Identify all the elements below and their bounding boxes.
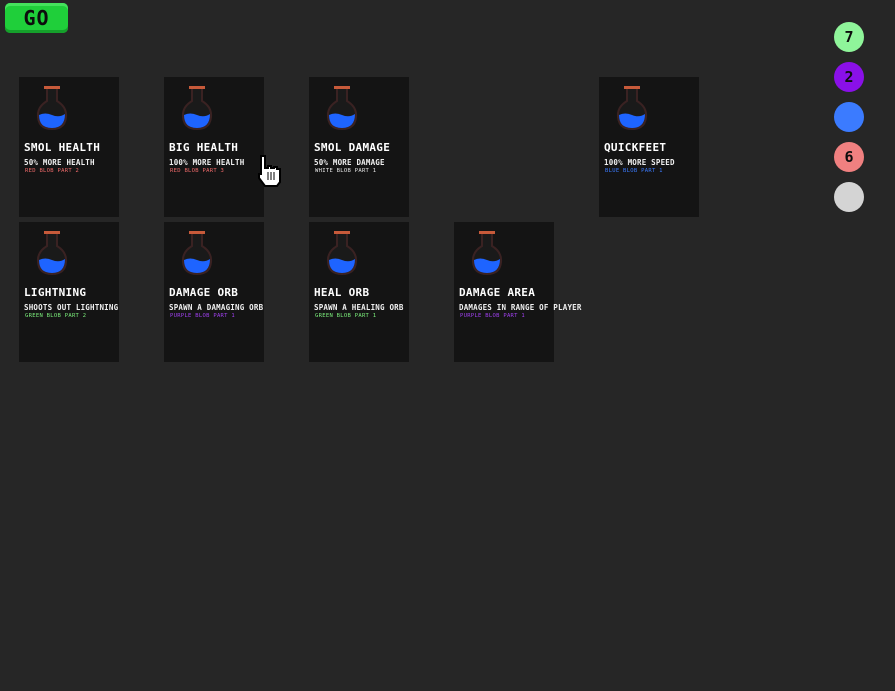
card-description: 100% MORE SPEED xyxy=(604,158,675,167)
card-title: DAMAGE ORB xyxy=(169,286,239,299)
upgrade-card-lightning[interactable]: LIGHTNING SHOOTS OUT LIGHTNING GREEN BLO… xyxy=(19,222,119,362)
card-description: 100% MORE HEALTH xyxy=(169,158,245,167)
white-blob-counter xyxy=(834,182,864,212)
potion-icon xyxy=(36,86,68,131)
upgrade-card-damage-orb[interactable]: DAMAGE ORB SPAWN A DAMAGING ORB PURPLE B… xyxy=(164,222,264,362)
card-requirement: GREEN BLOB PART 1 xyxy=(315,313,377,319)
card-title: SMOL DAMAGE xyxy=(314,141,391,154)
card-requirement: RED BLOB PART 2 xyxy=(25,168,80,174)
purple-blob-counter: 2 xyxy=(834,62,864,92)
card-title: BIG HEALTH xyxy=(169,141,239,154)
card-description: SHOOTS OUT LIGHTNING xyxy=(24,303,119,312)
potion-icon xyxy=(326,86,358,131)
upgrade-card-big-health[interactable]: BIG HEALTH 100% MORE HEALTH RED BLOB PAR… xyxy=(164,77,264,217)
blue-blob-counter xyxy=(834,102,864,132)
card-title: QUICKFEET xyxy=(604,141,667,154)
potion-icon xyxy=(36,231,68,276)
card-title: LIGHTNING xyxy=(24,286,87,299)
potion-icon xyxy=(616,86,648,131)
card-requirement: PURPLE BLOB PART 1 xyxy=(460,313,526,319)
card-title: HEAL ORB xyxy=(314,286,370,299)
card-description: 50% MORE HEALTH xyxy=(24,158,95,167)
potion-icon xyxy=(181,86,213,131)
card-requirement: BLUE BLOB PART 1 xyxy=(605,168,663,174)
go-button[interactable]: GO xyxy=(5,3,68,33)
upgrade-card-smol-damage[interactable]: SMOL DAMAGE 50% MORE DAMAGE WHITE BLOB P… xyxy=(309,77,409,217)
card-description: SPAWN A DAMAGING ORB xyxy=(169,303,264,312)
card-title: SMOL HEALTH xyxy=(24,141,101,154)
potion-icon xyxy=(181,231,213,276)
card-title: DAMAGE AREA xyxy=(459,286,536,299)
upgrade-card-heal-orb[interactable]: HEAL ORB SPAWN A HEALING ORB GREEN BLOB … xyxy=(309,222,409,362)
potion-icon xyxy=(471,231,503,276)
card-description: 50% MORE DAMAGE xyxy=(314,158,385,167)
green-blob-counter: 7 xyxy=(834,22,864,52)
hand-cursor-icon xyxy=(258,155,281,187)
card-requirement: GREEN BLOB PART 2 xyxy=(25,313,87,319)
upgrade-card-quickfeet[interactable]: QUICKFEET 100% MORE SPEED BLUE BLOB PART… xyxy=(599,77,699,217)
upgrade-card-damage-area[interactable]: DAMAGE AREA DAMAGES IN RANGE OF PLAYER P… xyxy=(454,222,581,362)
card-requirement: WHITE BLOB PART 1 xyxy=(315,168,377,174)
potion-icon xyxy=(326,231,358,276)
card-requirement: RED BLOB PART 3 xyxy=(170,168,225,174)
card-requirement: PURPLE BLOB PART 1 xyxy=(170,313,236,319)
upgrade-card-smol-health[interactable]: SMOL HEALTH 50% MORE HEALTH RED BLOB PAR… xyxy=(19,77,119,217)
card-description: SPAWN A HEALING ORB xyxy=(314,303,404,312)
card-description: DAMAGES IN RANGE OF PLAYER xyxy=(459,303,582,312)
red-blob-counter: 6 xyxy=(834,142,864,172)
